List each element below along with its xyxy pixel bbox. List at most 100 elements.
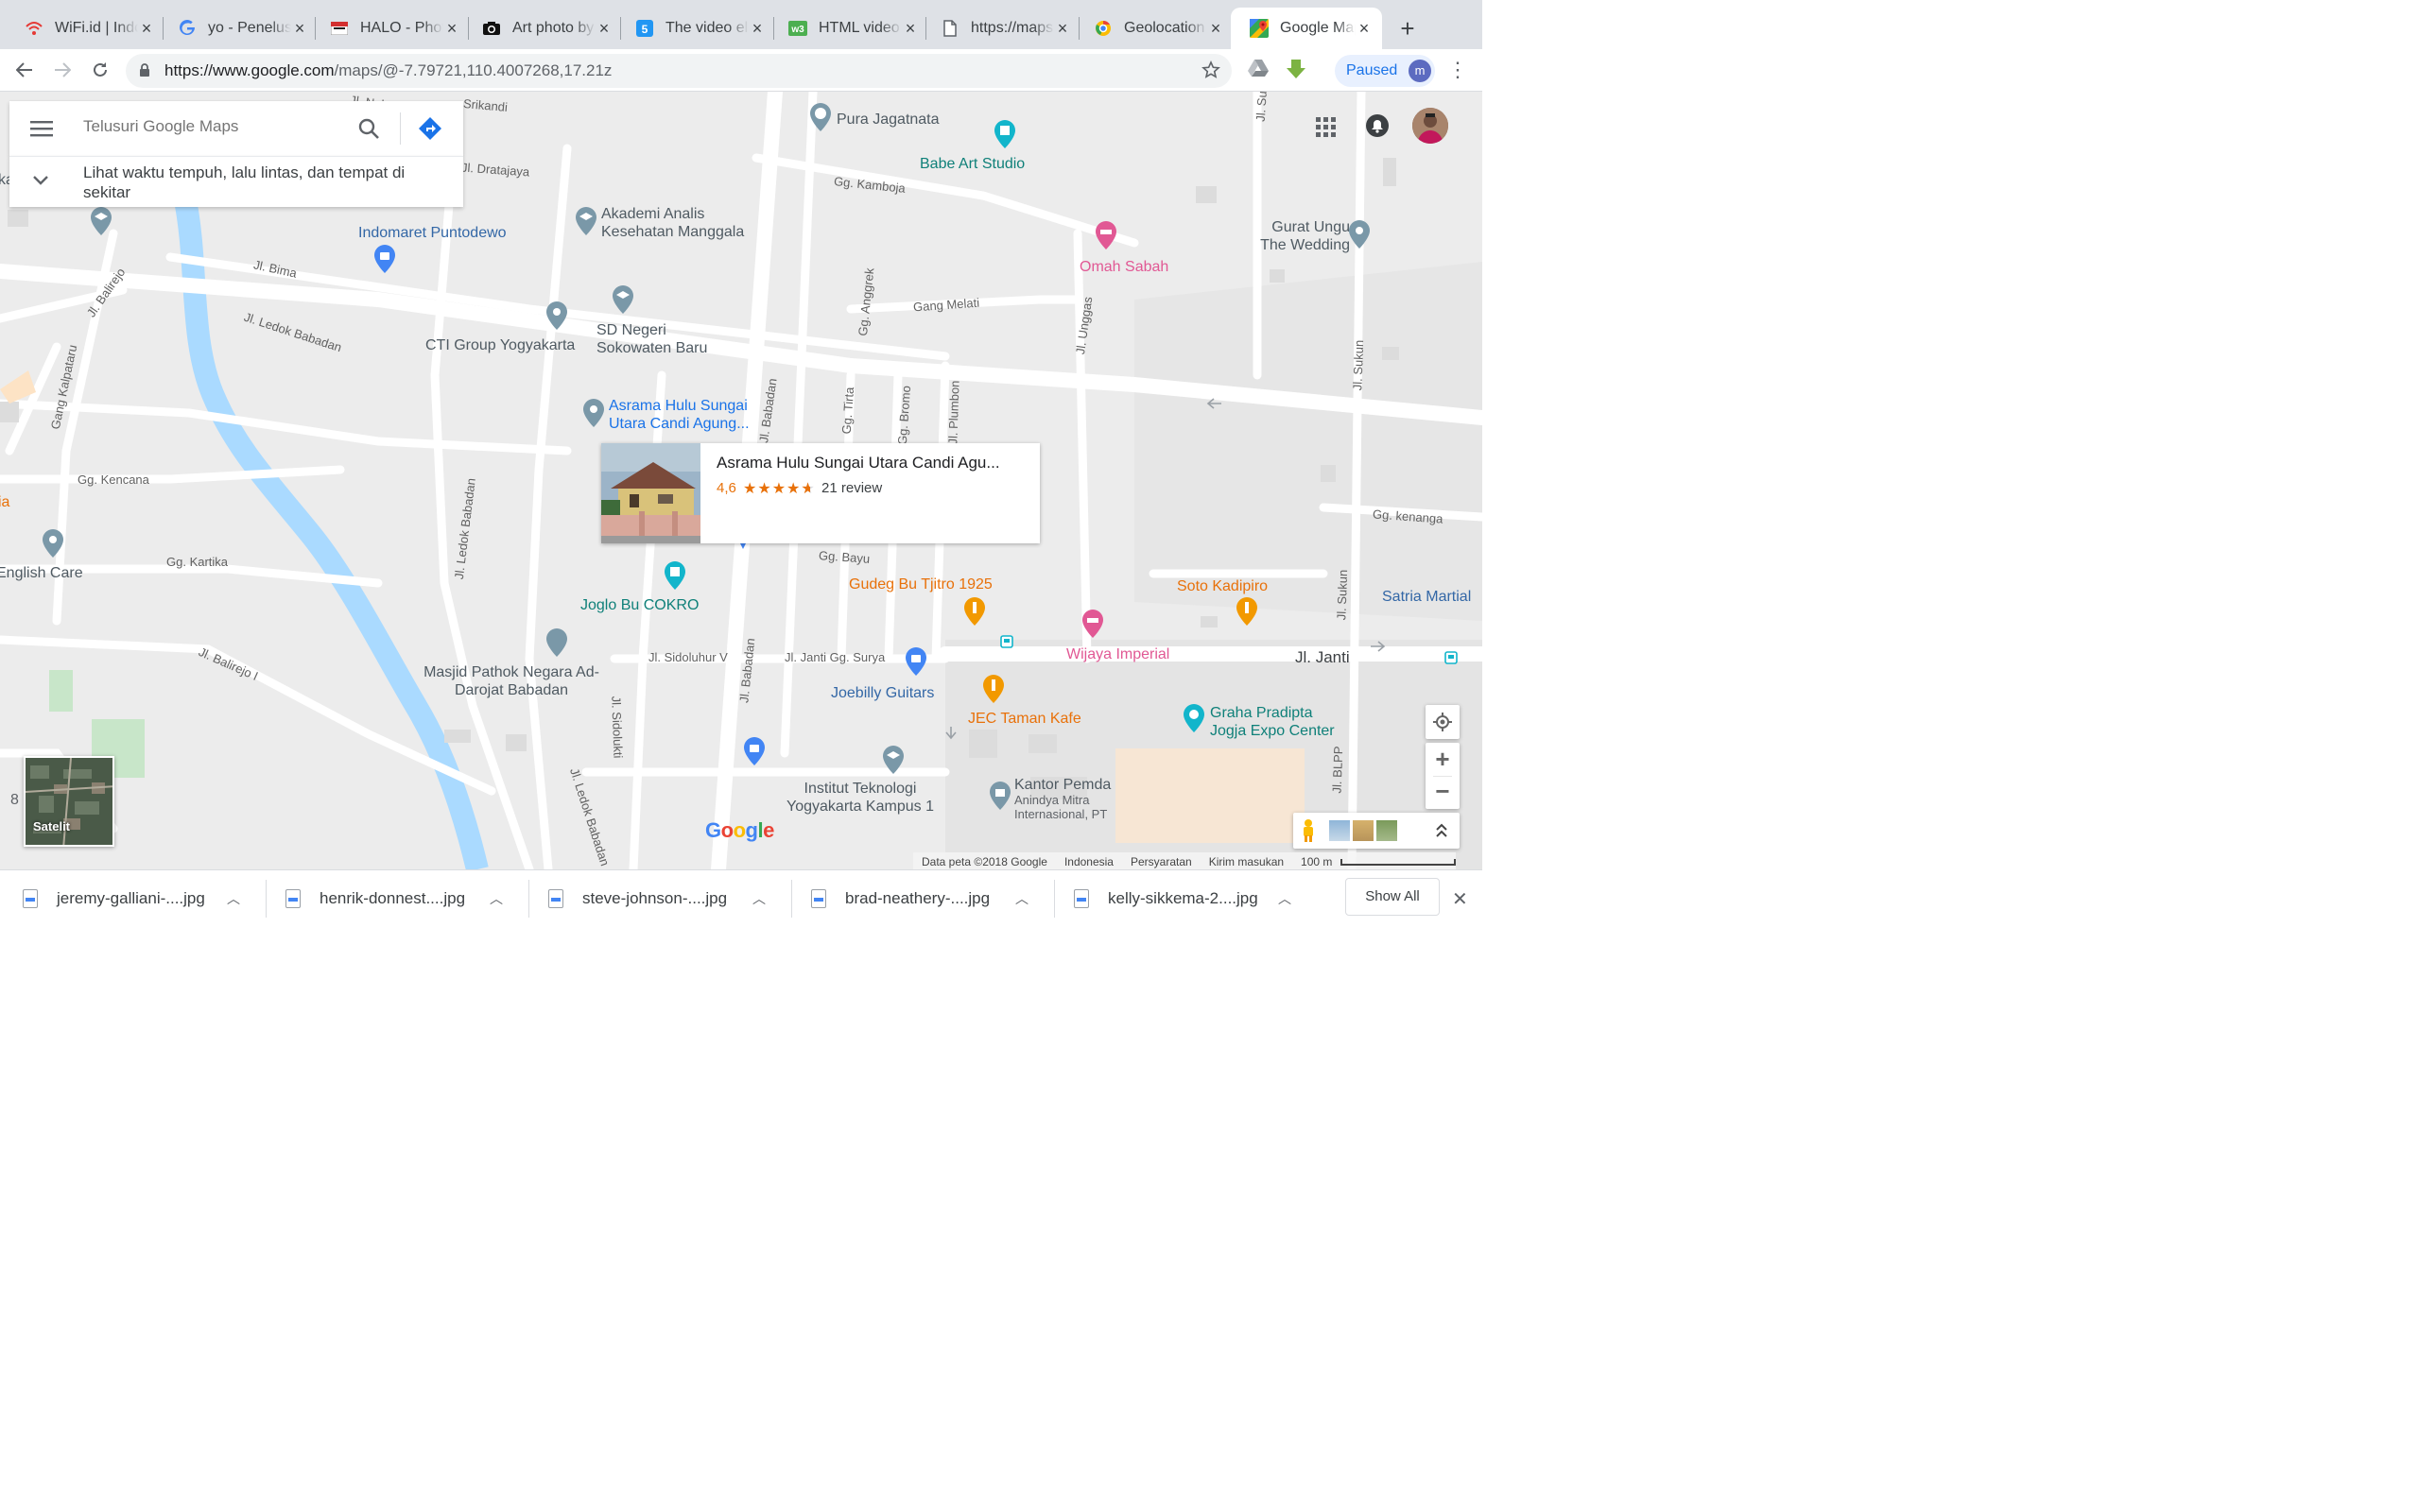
zoom-in-button[interactable]: +	[1426, 743, 1460, 775]
thumbnail-icon[interactable]	[1376, 820, 1397, 841]
place-label[interactable]: Soto Kadipiro	[1177, 577, 1268, 595]
venue-pin-icon[interactable]	[1184, 704, 1204, 732]
tab-art-photo[interactable]: Art photo by ×	[463, 8, 622, 49]
close-icon[interactable]: ×	[1356, 20, 1373, 37]
place-label[interactable]: ia	[0, 493, 9, 511]
card-review-count[interactable]: 21 review	[821, 480, 882, 496]
profile-paused-button[interactable]: Paused m	[1335, 55, 1435, 87]
chevron-up-icon[interactable]: ︿	[1015, 889, 1028, 908]
close-icon[interactable]: ×	[1207, 20, 1224, 37]
place-label[interactable]: Anindya Mitra Internasional, PT	[1014, 793, 1128, 821]
satellite-toggle[interactable]: Satelit	[24, 756, 114, 847]
school-pin-icon[interactable]	[613, 285, 633, 314]
close-icon[interactable]: ×	[596, 20, 613, 37]
hotel-pin-icon[interactable]	[1096, 221, 1116, 249]
reload-button[interactable]	[87, 57, 113, 83]
new-tab-button[interactable]: +	[1393, 15, 1422, 43]
school-pin-icon[interactable]	[576, 207, 596, 235]
tab-halo-photo[interactable]: HALO - Photo ×	[311, 8, 470, 49]
bus-stop-icon[interactable]	[1444, 651, 1458, 664]
school-pin-icon[interactable]	[883, 746, 904, 774]
place-label[interactable]: English Care	[0, 564, 83, 582]
close-icon[interactable]: ×	[749, 20, 766, 37]
government-pin-icon[interactable]	[990, 782, 1011, 810]
shopping-pin-icon[interactable]	[744, 737, 765, 765]
download-item[interactable]: brad-neathery-....jpg ︿	[788, 878, 1044, 919]
account-avatar[interactable]	[1412, 108, 1448, 144]
place-label[interactable]: Satria Martial	[1382, 588, 1471, 606]
place-label[interactable]: Indomaret Puntodewo	[358, 224, 507, 242]
close-icon[interactable]: ×	[1054, 20, 1071, 37]
tab-video-element[interactable]: 5 The video element ×	[616, 8, 775, 49]
notifications-bell-icon[interactable]	[1366, 114, 1389, 137]
close-icon[interactable]: ×	[443, 20, 460, 37]
place-label[interactable]: Institut Teknologi Yogyakarta Kampus 1	[785, 780, 936, 816]
place-label[interactable]: Kantor Pemda	[1014, 776, 1111, 794]
download-item[interactable]: jeremy-galliani-....jpg ︿	[0, 878, 255, 919]
place-label[interactable]: Gudeg Bu Tjitro 1925	[849, 576, 993, 593]
show-all-button[interactable]: Show All	[1345, 878, 1440, 916]
download-item[interactable]: henrik-donnest....jpg ︿	[263, 878, 518, 919]
place-label[interactable]: Pura Jagatnata	[837, 111, 940, 129]
shopping-pin-icon[interactable]	[906, 647, 926, 676]
place-pin-icon[interactable]	[43, 529, 63, 558]
close-icon[interactable]: ×	[138, 20, 155, 37]
place-label[interactable]: Akademi Analis Kesehatan Manggala	[601, 205, 771, 241]
restaurant-pin-icon[interactable]	[964, 597, 985, 626]
chevron-up-icon[interactable]: ︿	[752, 889, 766, 908]
address-bar[interactable]: https://www.google.com/maps/@-7.79721,11…	[126, 54, 1232, 88]
place-pin-icon[interactable]	[546, 301, 567, 330]
more-menu-icon[interactable]: ⋮	[1446, 59, 1469, 83]
restaurant-pin-icon[interactable]	[1236, 597, 1257, 626]
thumbnail-icon[interactable]	[1353, 820, 1374, 841]
place-label[interactable]: Wijaya Imperial	[1066, 645, 1169, 663]
drive-icon[interactable]	[1248, 59, 1269, 77]
close-icon[interactable]: ×	[291, 20, 308, 37]
terms-link[interactable]: Persyaratan	[1131, 855, 1192, 868]
place-label[interactable]: Babe Art Studio	[920, 155, 1025, 173]
my-location-button[interactable]	[1426, 705, 1460, 739]
close-icon[interactable]: ×	[902, 20, 919, 37]
place-label[interactable]: Joglo Bu COKRO	[580, 596, 699, 614]
chevron-up-icon[interactable]: ︿	[490, 889, 503, 908]
search-icon[interactable]	[357, 117, 380, 140]
place-pin-icon[interactable]	[583, 399, 604, 427]
tab-google-maps[interactable]: Google Maps ×	[1231, 8, 1382, 49]
place-photo[interactable]	[601, 443, 700, 543]
place-preview-card[interactable]: Asrama Hulu Sungai Utara Candi Agu... 4,…	[601, 443, 1040, 543]
nearby-suggestion[interactable]: Lihat waktu tempuh, lalu lintas, dan tem…	[9, 156, 463, 207]
zoom-out-button[interactable]: −	[1426, 777, 1460, 809]
bus-stop-icon[interactable]	[1000, 635, 1013, 648]
museum-pin-icon[interactable]	[994, 120, 1015, 148]
tab-wifi-id[interactable]: WiFi.id | Indonesia ×	[6, 8, 164, 49]
country-link[interactable]: Indonesia	[1064, 855, 1114, 868]
place-label[interactable]: Graha Pradipta Jogja Expo Center	[1210, 704, 1352, 740]
place-pin-icon[interactable]	[1349, 220, 1370, 249]
chevron-up-icon[interactable]: ︿	[227, 889, 240, 908]
download-extension-icon[interactable]	[1286, 59, 1306, 79]
tab-html-video[interactable]: w3 HTML video ×	[769, 8, 928, 49]
tab-maps-url[interactable]: https://maps ×	[922, 8, 1080, 49]
tab-google-search[interactable]: yo - Penelusuran Google ×	[159, 8, 318, 49]
chevron-up-icon[interactable]	[1435, 822, 1448, 839]
search-input[interactable]	[83, 117, 348, 136]
place-label[interactable]: Gurat Ungu The Wedding	[1246, 218, 1350, 254]
school-pin-icon[interactable]	[91, 207, 112, 235]
place-label[interactable]: Joebilly Guitars	[831, 684, 934, 702]
feedback-link[interactable]: Kirim masukan	[1209, 855, 1284, 868]
hotel-pin-icon[interactable]	[1082, 610, 1103, 638]
pegman-icon[interactable]	[1301, 818, 1316, 843]
back-button[interactable]	[11, 57, 38, 83]
mosque-pin-icon[interactable]	[546, 628, 567, 657]
star-icon[interactable]	[1201, 60, 1220, 79]
restaurant-pin-icon[interactable]	[983, 675, 1004, 703]
download-item[interactable]: steve-johnson-....jpg ︿	[526, 878, 781, 919]
museum-pin-icon[interactable]	[665, 561, 685, 590]
forward-button[interactable]	[49, 57, 76, 83]
scale-label[interactable]: 100 m	[1301, 855, 1332, 868]
apps-grid-icon[interactable]	[1316, 117, 1337, 138]
place-label[interactable]: Omah Sabah	[1080, 258, 1168, 276]
close-icon[interactable]: ✕	[1452, 887, 1468, 911]
directions-icon[interactable]	[418, 116, 442, 141]
temple-pin-icon[interactable]	[810, 103, 831, 131]
